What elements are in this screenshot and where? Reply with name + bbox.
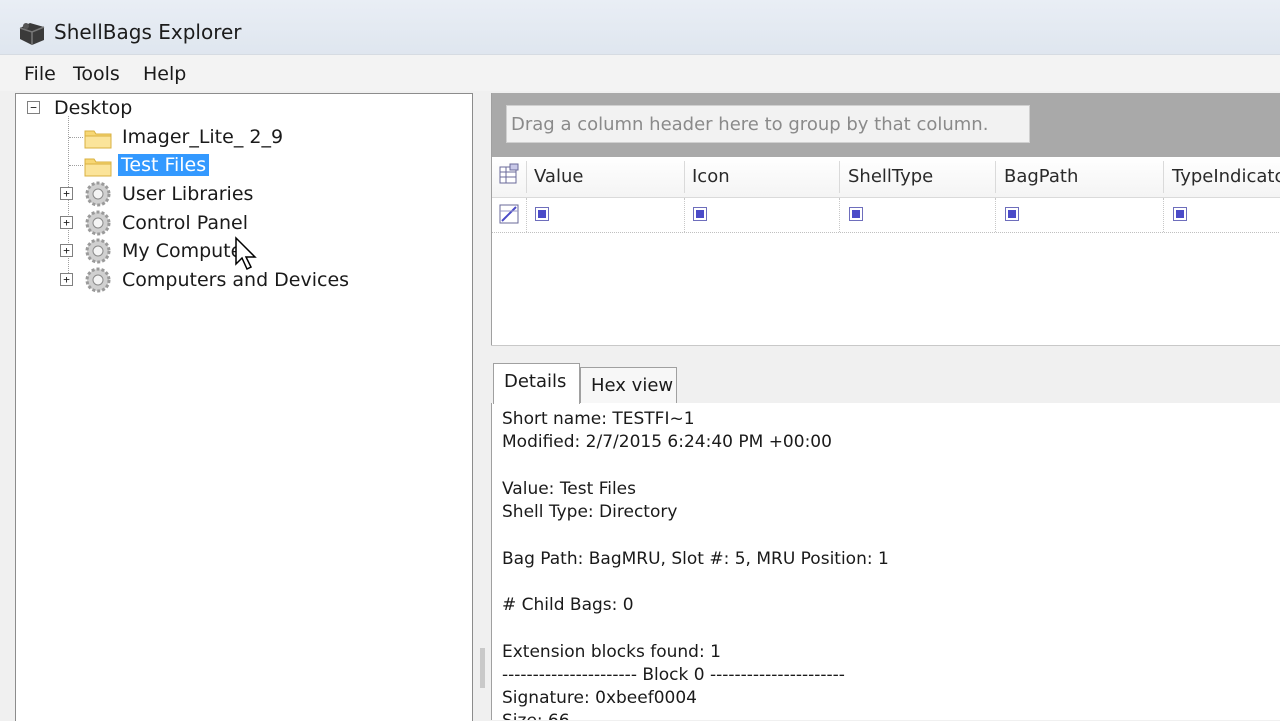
tree-item-user-libraries[interactable]: User Libraries (122, 183, 253, 205)
tree-connector (69, 165, 83, 166)
column-chooser-icon[interactable] (498, 163, 520, 187)
column-header-row: Value Icon ShellType BagPath TypeIndicat… (492, 157, 1280, 198)
shellbag-grid[interactable]: Drag a column header here to group by th… (491, 93, 1280, 345)
filter-bagpath-icon[interactable] (1005, 207, 1019, 221)
vertical-splitter[interactable] (473, 93, 489, 720)
menu-tools[interactable]: Tools (73, 63, 120, 85)
tree-item-my-computer[interactable]: My Compute (122, 240, 242, 262)
detail-extension-blocks: Extension blocks found: 1 (502, 642, 721, 662)
tree-item-control-panel[interactable]: Control Panel (122, 212, 248, 234)
menu-help[interactable]: Help (143, 63, 186, 85)
window-title: ShellBags Explorer (54, 20, 242, 44)
filter-separator (1163, 198, 1164, 232)
tab-hex-view[interactable]: Hex view (580, 367, 677, 403)
detail-size: Size: 66 (502, 711, 570, 720)
column-separator (995, 161, 996, 193)
filter-icon-column-icon[interactable] (693, 207, 707, 221)
column-separator (1163, 161, 1164, 193)
filter-row (492, 198, 1280, 233)
gear-icon (85, 181, 111, 207)
filter-separator (684, 198, 685, 232)
gear-icon (85, 210, 111, 236)
menu-bar: File Tools Help (0, 55, 1280, 91)
group-panel[interactable]: Drag a column header here to group by th… (492, 93, 1280, 157)
column-header-typeindicator[interactable]: TypeIndicato (1172, 157, 1280, 197)
details-tab-strip: Details Hex view (491, 363, 1280, 404)
column-separator (839, 161, 840, 193)
column-header-shelltype[interactable]: ShellType (848, 157, 933, 197)
detail-bag-path: Bag Path: BagMRU, Slot #: 5, MRU Positio… (502, 549, 889, 569)
detail-value: Value: Test Files (502, 479, 636, 499)
folder-icon (84, 158, 112, 177)
horizontal-splitter[interactable] (491, 345, 1280, 364)
detail-modified: Modified: 2/7/2015 6:24:40 PM +00:00 (502, 432, 832, 452)
tab-details[interactable]: Details (493, 363, 580, 404)
column-header-value[interactable]: Value (534, 157, 583, 197)
column-header-icon[interactable]: Icon (692, 157, 730, 197)
column-separator (526, 161, 527, 193)
expand-my-computer-button[interactable]: + (60, 244, 73, 257)
expand-control-panel-button[interactable]: + (60, 216, 73, 229)
filter-shelltype-icon[interactable] (849, 207, 863, 221)
filter-separator (839, 198, 840, 232)
folder-icon (84, 130, 112, 149)
column-separator (684, 161, 685, 193)
details-pane[interactable]: Short name: TESTFI~1 Modified: 2/7/2015 … (491, 403, 1280, 720)
tree-connector (69, 137, 83, 138)
filter-typeindicator-icon[interactable] (1173, 207, 1187, 221)
detail-signature: Signature: 0xbeef0004 (502, 688, 697, 708)
detail-short-name: Short name: TESTFI~1 (502, 409, 695, 429)
detail-child-bags: # Child Bags: 0 (502, 595, 634, 615)
shellbag-tree[interactable]: − Desktop Imager_Lite_ 2_9 Test Files + … (15, 93, 473, 721)
collapse-desktop-button[interactable]: − (27, 101, 40, 114)
column-header-bagpath[interactable]: BagPath (1004, 157, 1078, 197)
title-bar: ShellBags Explorer (0, 0, 1280, 55)
expand-user-libraries-button[interactable]: + (60, 187, 73, 200)
detail-block-header: ---------------------- Block 0 ---------… (502, 665, 845, 685)
expand-computers-devices-button[interactable]: + (60, 273, 73, 286)
gear-icon (85, 238, 111, 264)
filter-value-icon[interactable] (535, 207, 549, 221)
detail-shell-type: Shell Type: Directory (502, 502, 678, 522)
gear-icon (85, 267, 111, 293)
app-icon (19, 23, 45, 45)
group-hint: Drag a column header here to group by th… (506, 105, 1030, 143)
tree-item-desktop[interactable]: Desktop (54, 97, 132, 119)
tree-item-computers-and-devices[interactable]: Computers and Devices (122, 269, 349, 291)
tree-item-imager-lite[interactable]: Imager_Lite_ 2_9 (122, 126, 283, 148)
menu-file[interactable]: File (24, 63, 56, 85)
tree-item-test-files[interactable]: Test Files (118, 154, 210, 176)
filter-separator (995, 198, 996, 232)
splitter-grip[interactable] (480, 648, 485, 688)
filter-editor-icon[interactable] (498, 203, 520, 225)
filter-separator (526, 198, 527, 232)
mouse-cursor-icon (235, 236, 257, 271)
